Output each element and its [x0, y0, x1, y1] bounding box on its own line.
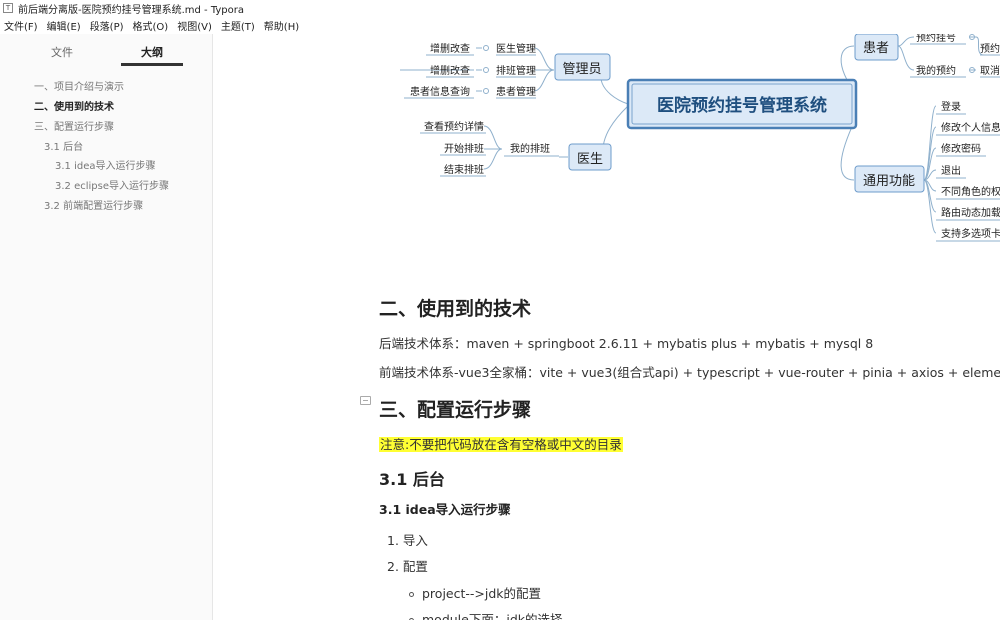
mindmap-root: 医院预约挂号管理系统	[657, 95, 827, 115]
bullet-icon	[409, 592, 414, 597]
mindmap-common-login: 登录	[941, 100, 961, 113]
list-item-project-jdk: project-->jdk的配置	[409, 583, 541, 602]
menu-format[interactable]: 格式(O)	[133, 18, 169, 33]
editor-pane[interactable]: 医院预约挂号管理系统 管理员 医生管理 排班管理 患者管理 增删改查 增删改查 …	[214, 34, 1000, 620]
mindmap-doctor-schedule: 我的排班	[510, 142, 550, 155]
menu-file[interactable]: 文件(F)	[4, 18, 38, 33]
mindmap-image: 医院预约挂号管理系统 管理员 医生管理 排班管理 患者管理 增删改查 增删改查 …	[400, 34, 1000, 242]
mindmap-doctor-start: 开始排班	[444, 142, 484, 155]
mindmap-doctor-view-appt: 查看预约详情	[424, 120, 484, 133]
heading-backend: 3.1 后台	[379, 470, 445, 489]
list-item-config: 2. 配置	[387, 559, 428, 574]
tab-files[interactable]: 文件	[51, 44, 73, 60]
mindmap-patient-my-appt: 我的预约	[916, 64, 956, 77]
mindmap-common-tabs: 支持多选项卡	[941, 227, 1000, 240]
para-frontend: 前端技术体系-vue3全家桶：vite + vue3(组合式api) + typ…	[379, 365, 1000, 380]
mindmap-admin-crud-2: 增删改查	[430, 64, 470, 77]
heading-idea: 3.1 idea导入运行步骤	[379, 502, 511, 517]
outline-item-eclipse[interactable]: 3.2 eclipse导入运行步骤	[55, 177, 169, 192]
mindmap-common-roles: 不同角色的权	[941, 185, 1000, 198]
mindmap-patient: 患者	[863, 40, 889, 55]
menu-theme[interactable]: 主题(T)	[221, 18, 255, 33]
sidebar: 文件 大纲 一、项目介绍与演示 二、使用到的技术 三、配置运行步骤 3.1 后台…	[0, 34, 213, 620]
outline-item-backend[interactable]: 3.1 后台	[44, 138, 83, 153]
active-tab-indicator	[121, 63, 183, 66]
outline-item-tech[interactable]: 二、使用到的技术	[34, 98, 114, 113]
menu-view[interactable]: 视图(V)	[177, 18, 212, 33]
mindmap-patient-cancel-leaf: 取消	[980, 64, 1000, 77]
menu-bar: 文件(F) 编辑(E) 段落(P) 格式(O) 视图(V) 主题(T) 帮助(H…	[0, 16, 1000, 34]
mindmap-admin-schedule-mgmt: 排班管理	[496, 64, 536, 77]
highlight-note: 注意:不要把代码放在含有空格或中文的目录	[379, 437, 623, 452]
mindmap-common-routes: 路由动态加载	[941, 206, 1000, 219]
menu-edit[interactable]: 编辑(E)	[47, 18, 81, 33]
mindmap-common: 通用功能	[863, 173, 915, 188]
collapse-icon[interactable]	[360, 396, 371, 405]
heading-tech: 二、使用到的技术	[379, 298, 532, 320]
outline-item-config[interactable]: 三、配置运行步骤	[34, 118, 114, 133]
heading-config: 三、配置运行步骤	[379, 399, 532, 421]
menu-paragraph[interactable]: 段落(P)	[90, 18, 124, 33]
mindmap-admin-crud-1: 增删改查	[430, 42, 470, 55]
mindmap-admin-patient-query: 患者信息查询	[410, 85, 470, 98]
list-item-module-jdk: module下面：jdk的选择	[409, 609, 563, 620]
typora-app-icon: T	[3, 3, 13, 13]
list-item-import: 1. 导入	[387, 533, 428, 548]
mindmap-admin-patient-mgmt: 患者管理	[496, 85, 536, 98]
mindmap-doctor: 医生	[577, 151, 603, 166]
menu-help[interactable]: 帮助(H)	[264, 18, 299, 33]
mindmap-doctor-end: 结束排班	[444, 163, 484, 176]
outline-item-idea[interactable]: 3.1 idea导入运行步骤	[55, 157, 156, 172]
window-title: 前后端分离版-医院预约挂号管理系统.md - Typora	[18, 4, 245, 16]
mindmap-common-password: 修改密码	[941, 142, 981, 155]
tab-outline[interactable]: 大纲	[141, 44, 163, 60]
sidebar-tabs: 文件 大纲	[0, 34, 212, 66]
outline-item-intro[interactable]: 一、项目介绍与演示	[34, 78, 124, 93]
title-bar: T 前后端分离版-医院预约挂号管理系统.md - Typora	[0, 0, 1000, 16]
mindmap-admin: 管理员	[562, 61, 601, 76]
mindmap-admin-doctor-mgmt: 医生管理	[496, 42, 536, 55]
mindmap-common-profile: 修改个人信息	[941, 121, 1000, 134]
outline-item-frontend[interactable]: 3.2 前端配置运行步骤	[44, 197, 143, 212]
mindmap-common-logout: 退出	[941, 164, 961, 177]
mindmap-patient-book-leaf: 预约	[980, 42, 1000, 55]
para-backend: 后端技术体系：maven + springboot 2.6.11 + mybat…	[379, 336, 874, 351]
mindmap-patient-book: 预约挂号	[916, 34, 956, 44]
